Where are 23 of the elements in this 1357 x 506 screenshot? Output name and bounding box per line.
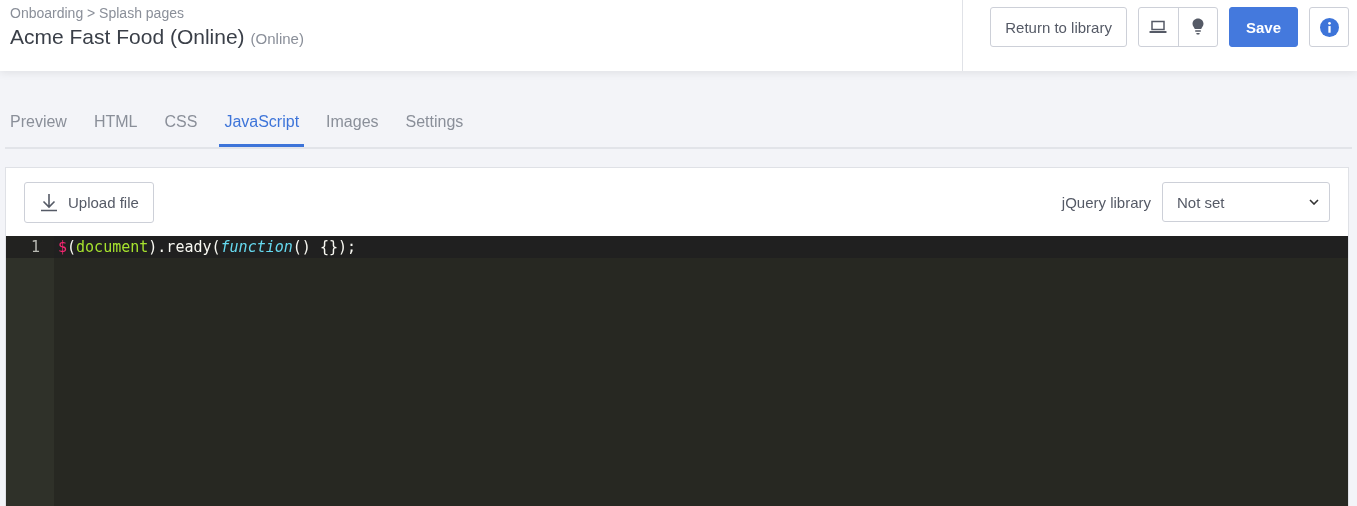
library-select[interactable]: Not set [1162, 182, 1330, 222]
page-title: Acme Fast Food (Online) [10, 25, 245, 49]
code-line: $(document).ready(function() {}); [58, 238, 357, 256]
library-label: jQuery library [1061, 193, 1151, 211]
tab[interactable]: CSS [159, 100, 203, 147]
tab[interactable]: JavaScript [219, 100, 305, 147]
upload-button[interactable]: Upload file [24, 181, 154, 223]
info-button[interactable] [1309, 7, 1349, 47]
download-icon [39, 192, 59, 212]
tab[interactable]: Images [321, 100, 384, 147]
lightbulb-icon [1191, 18, 1204, 36]
tab[interactable]: HTML [88, 100, 143, 147]
line-number: 1 [6, 236, 54, 258]
tab[interactable]: Preview [5, 100, 72, 147]
save-button[interactable]: Save [1228, 7, 1298, 47]
chevron-icon [1309, 199, 1319, 205]
info-icon [1319, 17, 1339, 37]
code-editor[interactable]: 1 $(document).ready(function() {}); [6, 236, 1348, 506]
tab[interactable]: Settings [400, 100, 469, 147]
return-button[interactable]: Return to library [990, 7, 1127, 47]
breadcrumb: Onboarding > Splash pages [10, 5, 185, 21]
page-status: (Online) [250, 30, 304, 47]
laptop-icon [1149, 20, 1168, 34]
